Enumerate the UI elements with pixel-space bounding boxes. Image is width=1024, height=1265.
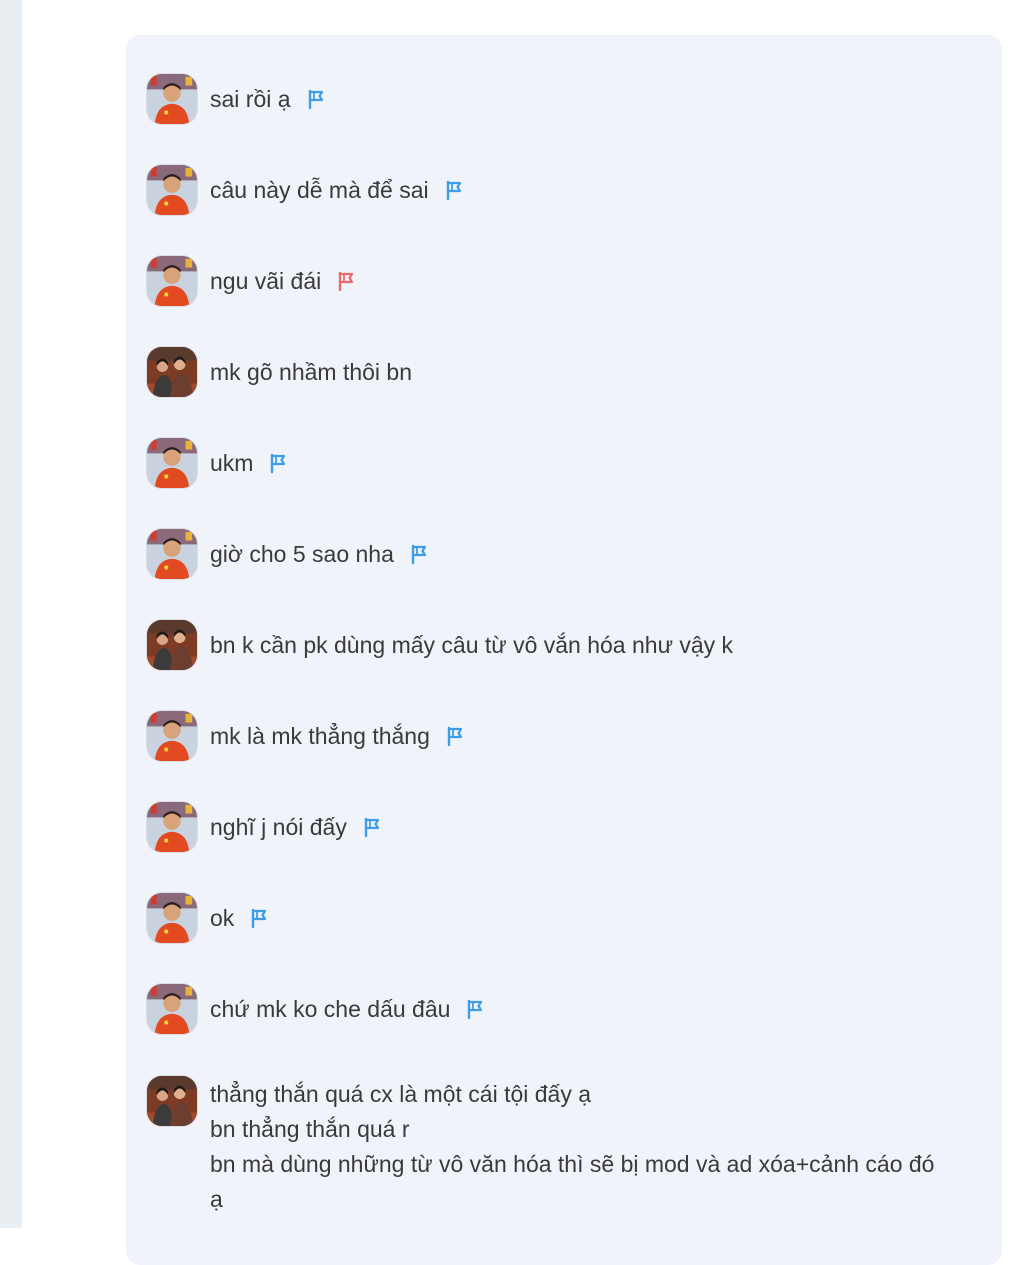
user-avatar[interactable]	[146, 255, 198, 307]
comment-text-line: thẳng thắn quá cx là một cái tội đấy ạ	[210, 1081, 592, 1107]
comment-item: thẳng thắn quá cx là một cái tội đấy ạ b…	[146, 1075, 986, 1220]
comment-text: ukm	[210, 450, 254, 476]
flag-icon[interactable]	[305, 88, 327, 110]
comment-text: chứ mk ko che dấu đâu	[210, 996, 451, 1022]
user-avatar[interactable]	[146, 346, 198, 398]
user-avatar[interactable]	[146, 619, 198, 671]
flag-icon[interactable]	[464, 998, 486, 1020]
flag-icon[interactable]	[408, 543, 430, 565]
user-avatar[interactable]	[146, 164, 198, 216]
user-avatar[interactable]	[146, 73, 198, 125]
user-avatar[interactable]	[146, 1075, 198, 1127]
comment-text: mk gõ nhầm thôi bn	[210, 359, 413, 385]
flag-icon[interactable]	[267, 452, 289, 474]
comment-text: giờ cho 5 sao nha	[210, 541, 394, 567]
comment-text-line: bn thẳng thắn quá r	[210, 1116, 410, 1142]
comment-panel: sai rồi ạ câu này dễ mà để sai ngu vãi đ…	[126, 35, 1002, 1265]
comment-text: câu này dễ mà để sai	[210, 177, 429, 203]
comment-text-line: bn mà dùng những từ vô văn hóa thì sẽ bị…	[210, 1151, 935, 1177]
comment-text: sai rồi ạ	[210, 86, 291, 112]
comment-text: ok	[210, 905, 235, 931]
comment-text-block: thẳng thắn quá cx là một cái tội đấy ạ b…	[210, 1075, 986, 1217]
comment-text: bn k cần pk dùng mấy câu từ vô vắn hóa n…	[210, 632, 734, 658]
left-rail	[0, 0, 22, 1228]
user-avatar[interactable]	[146, 892, 198, 944]
flag-icon[interactable]	[443, 179, 465, 201]
flag-icon[interactable]	[248, 907, 270, 929]
flag-icon[interactable]	[361, 816, 383, 838]
user-avatar[interactable]	[146, 437, 198, 489]
comment-text: ngu vãi đái	[210, 268, 322, 294]
comment-text: nghĩ j nói đấy	[210, 814, 347, 840]
user-avatar[interactable]	[146, 528, 198, 580]
user-avatar[interactable]	[146, 801, 198, 853]
user-avatar[interactable]	[146, 983, 198, 1035]
comment-text: mk là mk thẳng thắng	[210, 723, 430, 749]
flag-icon[interactable]	[444, 725, 466, 747]
user-avatar[interactable]	[146, 710, 198, 762]
flag-icon[interactable]	[335, 270, 357, 292]
comment-text-line: ạ	[210, 1186, 223, 1212]
